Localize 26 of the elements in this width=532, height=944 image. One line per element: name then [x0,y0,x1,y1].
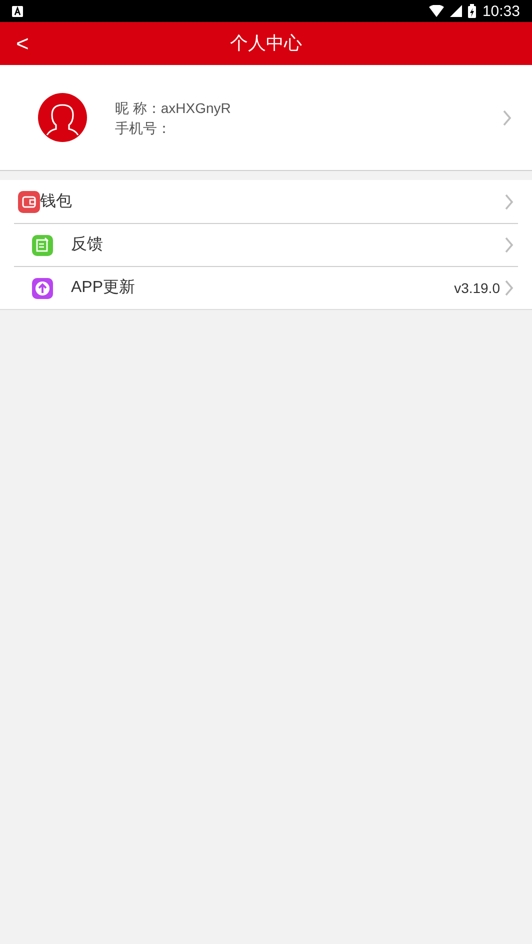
menu-item[interactable]: 反馈 [14,223,518,266]
signal-icon [450,5,462,17]
avatar-icon [38,93,87,142]
profile-card[interactable]: 昵 称：axHXGnyR 手机号： [0,65,532,171]
wallet-icon [18,190,40,212]
phone-label: 手机号： [115,118,172,138]
chevron-right-icon [504,280,514,296]
nickname: axHXGnyR [160,98,231,118]
chevron-right-icon [504,194,514,210]
menu-item[interactable]: 钱包 [14,180,518,223]
page-title: 个人中心 [230,32,302,55]
version-text: v3.19.0 [454,278,500,298]
back-button[interactable]: < [0,32,45,54]
note-edit-icon [32,234,53,256]
notification-icon [12,6,23,16]
wifi-icon [429,5,444,17]
chevron-right-icon [504,237,514,253]
menu-label: 钱包 [40,192,73,212]
chevron-right-icon [502,110,512,126]
arrow-up-icon [32,278,53,298]
menu-item[interactable]: APP更新 v3.19.0 [14,266,518,309]
clock: 10:33 [482,4,520,18]
menu-label: APP更新 [71,278,136,298]
menu-label: 反馈 [71,234,104,255]
nickname-label: 昵 称： [115,98,161,118]
battery-icon [468,4,476,18]
